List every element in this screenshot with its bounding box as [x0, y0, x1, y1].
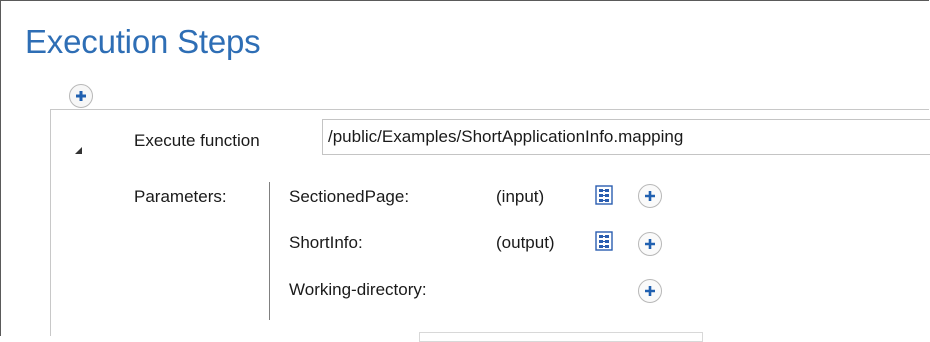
mapping-file-icon[interactable] [595, 231, 613, 251]
function-path-input[interactable] [322, 119, 930, 155]
plus-icon [76, 91, 86, 101]
param-name-sectionedpage: SectionedPage: [289, 187, 410, 206]
collapse-triangle-icon[interactable] [75, 147, 82, 154]
param-name-shortinfo: ShortInfo: [289, 233, 363, 252]
add-parameter-button[interactable] [638, 184, 662, 208]
add-step-button[interactable] [69, 84, 93, 108]
plus-icon [645, 239, 655, 249]
next-field-edge [419, 332, 703, 342]
param-direction: (input) [496, 187, 545, 206]
add-parameter-button[interactable] [638, 279, 662, 303]
add-parameter-button[interactable] [638, 232, 662, 256]
page-title: Execution Steps [25, 23, 261, 60]
mapping-file-icon[interactable] [595, 185, 613, 205]
param-name-working-directory: Working-directory: [289, 280, 427, 299]
plus-icon [645, 191, 655, 201]
execution-steps-panel: Execution Steps Execute function Paramet… [0, 0, 930, 342]
param-direction: (output) [496, 233, 555, 252]
plus-icon [645, 286, 655, 296]
parameters-label: Parameters: [134, 187, 227, 206]
parameters-divider [269, 182, 270, 320]
execute-function-label: Execute function [134, 131, 260, 150]
